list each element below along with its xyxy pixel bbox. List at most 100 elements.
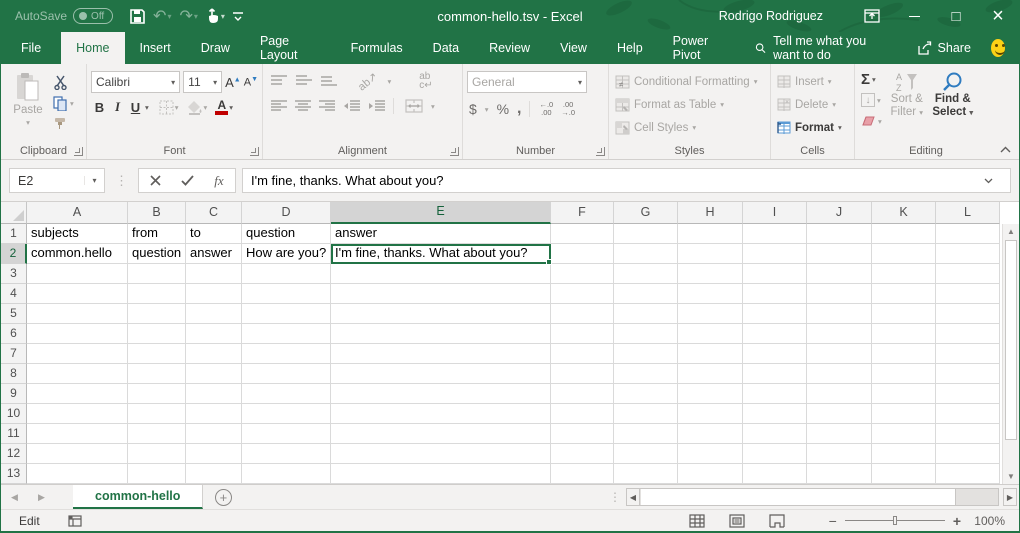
cell-K9[interactable] [872, 384, 936, 404]
cell-K5[interactable] [872, 304, 936, 324]
cell-J13[interactable] [807, 464, 872, 484]
cell-A1[interactable]: subjects [27, 224, 128, 244]
cell-J8[interactable] [807, 364, 872, 384]
cell-A2[interactable]: common.hello [27, 244, 128, 264]
cell-F5[interactable] [551, 304, 614, 324]
cell-I2[interactable] [743, 244, 807, 264]
cell-D9[interactable] [242, 384, 331, 404]
cell-G5[interactable] [614, 304, 678, 324]
cell-B12[interactable] [128, 444, 186, 464]
decrease-indent-icon[interactable] [343, 100, 360, 112]
cell-D8[interactable] [242, 364, 331, 384]
column-header-F[interactable]: F [551, 202, 614, 224]
cell-K6[interactable] [872, 324, 936, 344]
italic-button[interactable]: I [109, 99, 126, 115]
cell-A5[interactable] [27, 304, 128, 324]
cell-B11[interactable] [128, 424, 186, 444]
shrink-font-button[interactable]: A▼ [244, 76, 258, 89]
formula-bar-resize-dots-icon[interactable]: ⋮ [111, 173, 132, 189]
cell-F10[interactable] [551, 404, 614, 424]
cell-B6[interactable] [128, 324, 186, 344]
cell-E10[interactable] [331, 404, 551, 424]
formula-bar-expand-icon[interactable] [984, 178, 1002, 184]
align-right-icon[interactable] [319, 100, 335, 112]
fill-color-icon[interactable] [187, 100, 203, 115]
cell-G11[interactable] [614, 424, 678, 444]
name-box-dropdown-icon[interactable]: ▾ [84, 176, 104, 185]
number-dialog-launcher[interactable] [596, 147, 605, 156]
cell-L1[interactable] [936, 224, 1000, 244]
cell-E8[interactable] [331, 364, 551, 384]
cell-C5[interactable] [186, 304, 242, 324]
cell-L3[interactable] [936, 264, 1000, 284]
cell-I10[interactable] [743, 404, 807, 424]
cell-L4[interactable] [936, 284, 1000, 304]
row-header-1[interactable]: 1 [1, 224, 27, 244]
row-header-2[interactable]: 2 [1, 244, 27, 264]
tab-data[interactable]: Data [418, 32, 474, 64]
cell-L6[interactable] [936, 324, 1000, 344]
cell-H7[interactable] [678, 344, 743, 364]
tab-help[interactable]: Help [602, 32, 658, 64]
cell-B3[interactable] [128, 264, 186, 284]
tab-review[interactable]: Review [474, 32, 545, 64]
cell-E11[interactable] [331, 424, 551, 444]
cell-C13[interactable] [186, 464, 242, 484]
scroll-up-icon[interactable]: ▲ [1003, 224, 1019, 239]
cell-F11[interactable] [551, 424, 614, 444]
cell-C10[interactable] [186, 404, 242, 424]
borders-icon[interactable] [159, 100, 174, 115]
cell-B5[interactable] [128, 304, 186, 324]
cell-C7[interactable] [186, 344, 242, 364]
cell-J1[interactable] [807, 224, 872, 244]
cell-G4[interactable] [614, 284, 678, 304]
cell-K1[interactable] [872, 224, 936, 244]
underline-button[interactable]: U [127, 100, 144, 115]
autosave-pill[interactable]: Off [73, 8, 113, 24]
cell-G13[interactable] [614, 464, 678, 484]
align-middle-icon[interactable] [296, 75, 312, 87]
cell-I9[interactable] [743, 384, 807, 404]
cell-E1[interactable]: answer [331, 224, 551, 244]
cell-styles-button[interactable]: Cell Styles ▾ [613, 117, 759, 138]
cell-A10[interactable] [27, 404, 128, 424]
row-header-12[interactable]: 12 [1, 444, 27, 464]
vertical-scrollbar[interactable]: ▲ ▼ [1002, 224, 1019, 484]
clear-button[interactable]: ▾ [859, 112, 884, 130]
close-button[interactable]: × [977, 0, 1019, 32]
cell-C2[interactable]: answer [186, 244, 242, 264]
cell-L13[interactable] [936, 464, 1000, 484]
column-header-A[interactable]: A [27, 202, 128, 224]
horizontal-scrollbar[interactable]: ◀ [626, 488, 999, 506]
cell-D13[interactable] [242, 464, 331, 484]
cell-D3[interactable] [242, 264, 331, 284]
column-header-D[interactable]: D [242, 202, 331, 224]
insert-cells-button[interactable]: Insert ▾ [775, 71, 844, 92]
tab-power-pivot[interactable]: Power Pivot [658, 32, 746, 64]
maximize-button[interactable]: □ [935, 0, 977, 32]
cell-F7[interactable] [551, 344, 614, 364]
enter-button[interactable] [171, 175, 203, 186]
cell-J9[interactable] [807, 384, 872, 404]
cell-C3[interactable] [186, 264, 242, 284]
cell-E12[interactable] [331, 444, 551, 464]
row-header-6[interactable]: 6 [1, 324, 27, 344]
zoom-slider-thumb[interactable] [893, 516, 897, 525]
wrap-text-button[interactable]: abc↵ [419, 72, 432, 90]
cell-I1[interactable] [743, 224, 807, 244]
sheet-nav-right-icon[interactable]: ▶ [28, 485, 55, 509]
cell-D4[interactable] [242, 284, 331, 304]
comma-button[interactable]: , [517, 100, 521, 118]
cut-button[interactable] [51, 73, 76, 91]
currency-button[interactable]: $ [469, 101, 477, 117]
cell-B10[interactable] [128, 404, 186, 424]
cell-G12[interactable] [614, 444, 678, 464]
cell-I12[interactable] [743, 444, 807, 464]
save-button[interactable] [127, 5, 148, 28]
cell-J12[interactable] [807, 444, 872, 464]
decrease-decimal-button[interactable]: .00→.0 [561, 101, 575, 117]
column-header-I[interactable]: I [743, 202, 807, 224]
autosum-button[interactable]: Σ▾ [859, 70, 884, 88]
scroll-left-icon[interactable]: ◀ [626, 488, 640, 506]
column-header-J[interactable]: J [807, 202, 872, 224]
